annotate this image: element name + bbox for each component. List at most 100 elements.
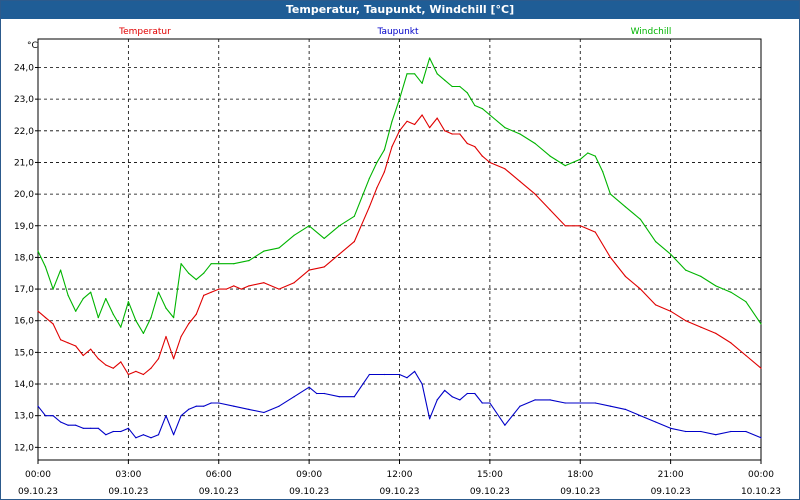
x-tick-time-label: 00:00 <box>748 470 774 480</box>
data-point-windchill <box>639 218 642 220</box>
data-point-windchill <box>414 73 416 75</box>
data-point-temperatur <box>293 282 295 284</box>
data-point-windchill <box>195 279 197 281</box>
data-point-windchill <box>120 326 122 328</box>
data-point-temperatur <box>406 120 408 122</box>
x-tick-date-label: 09.10.23 <box>18 487 58 497</box>
data-point-windchill <box>135 320 137 322</box>
data-point-taupunkt <box>489 402 491 404</box>
data-point-temperatur <box>165 335 167 338</box>
data-point-temperatur <box>278 288 280 290</box>
data-point-temperatur <box>670 310 672 312</box>
data-point-temperatur <box>383 171 385 173</box>
data-point-windchill <box>398 98 401 100</box>
data-point-temperatur <box>263 282 265 284</box>
data-point-taupunkt <box>655 421 657 423</box>
data-point-temperatur <box>248 285 250 287</box>
data-point-windchill <box>481 108 483 110</box>
data-point-windchill <box>383 149 385 151</box>
data-point-taupunkt <box>37 405 39 407</box>
data-point-windchill <box>165 307 167 309</box>
data-point-taupunkt <box>203 405 205 407</box>
data-point-windchill <box>489 114 491 116</box>
data-point-taupunkt <box>398 373 401 376</box>
data-point-taupunkt <box>466 392 468 395</box>
data-point-windchill <box>188 272 190 274</box>
data-point-taupunkt <box>195 405 197 407</box>
data-point-temperatur <box>609 256 612 258</box>
data-point-windchill <box>700 275 702 277</box>
y-tick-label: 20,0 <box>14 190 34 200</box>
y-tick-label: 24,0 <box>14 63 34 73</box>
data-point-temperatur <box>218 288 220 290</box>
data-point-taupunkt <box>112 430 114 433</box>
x-tick-time-label: 06:00 <box>206 470 232 480</box>
data-point-taupunkt <box>421 383 423 385</box>
data-point-temperatur <box>564 225 566 227</box>
x-tick-time-label: 00:00 <box>25 470 51 480</box>
data-point-temperatur <box>715 332 717 334</box>
data-point-windchill <box>112 313 114 315</box>
data-point-windchill <box>127 301 129 303</box>
x-tick-time-label: 15:00 <box>477 470 503 480</box>
data-point-taupunkt <box>44 415 47 417</box>
legend-entry-windchill: Windchill <box>631 27 672 37</box>
x-tick-date-label: 09.10.23 <box>108 487 148 497</box>
data-point-temperatur <box>203 294 205 296</box>
data-point-taupunkt <box>82 427 84 429</box>
data-point-taupunkt <box>429 418 431 420</box>
data-point-temperatur <box>52 323 54 325</box>
chart-window: Temperatur, Taupunkt, Windchill [°C] 12,… <box>0 0 800 500</box>
data-point-temperatur <box>594 231 596 233</box>
data-point-temperatur <box>188 323 190 325</box>
data-point-windchill <box>44 266 47 268</box>
data-point-taupunkt <box>481 402 483 404</box>
data-point-taupunkt <box>504 424 506 426</box>
y-tick-label: 16,0 <box>14 317 34 327</box>
line-chart: 12,0 13,0 14,0 15,0 16,0 17,0 18,0 19,0 20,0 21,0… <box>14 27 781 497</box>
data-point-temperatur <box>368 206 370 208</box>
data-point-windchill <box>150 317 152 319</box>
x-tick-date-label: 09.10.23 <box>651 487 691 497</box>
data-point-temperatur <box>444 130 446 132</box>
x-tick-date-label: 09.10.23 <box>289 487 329 497</box>
data-point-temperatur <box>474 146 476 148</box>
y-tick-label: 23,0 <box>14 95 34 105</box>
y-tick-label: 15,0 <box>14 348 34 358</box>
data-point-temperatur <box>37 310 39 312</box>
data-point-temperatur <box>97 358 99 360</box>
x-tick-time-label: 09:00 <box>296 470 322 480</box>
data-point-temperatur <box>700 326 702 328</box>
data-point-temperatur <box>459 133 461 135</box>
data-point-taupunkt <box>233 405 235 407</box>
data-point-taupunkt <box>760 437 762 439</box>
data-point-temperatur <box>338 253 340 255</box>
data-point-windchill <box>459 85 461 88</box>
y-axis-unit-label: °C <box>27 41 38 51</box>
data-point-temperatur <box>760 367 762 369</box>
data-point-temperatur <box>489 161 491 164</box>
data-point-windchill <box>180 263 182 265</box>
data-point-taupunkt <box>579 402 581 404</box>
data-point-windchill <box>715 285 717 287</box>
data-point-windchill <box>263 250 265 252</box>
data-point-windchill <box>564 165 566 167</box>
data-point-windchill <box>534 142 536 145</box>
data-point-temperatur <box>481 155 483 157</box>
data-point-windchill <box>421 82 423 84</box>
data-point-windchill <box>670 253 672 255</box>
data-point-temperatur <box>655 304 657 306</box>
x-tick-date-label: 09.10.23 <box>379 487 419 497</box>
data-point-temperatur <box>398 130 401 132</box>
data-point-temperatur <box>466 142 468 145</box>
data-point-taupunkt <box>338 396 340 398</box>
data-point-windchill <box>685 269 687 271</box>
data-point-windchill <box>52 288 54 290</box>
data-point-taupunkt <box>700 430 702 433</box>
data-point-taupunkt <box>105 434 107 436</box>
data-point-taupunkt <box>624 408 627 410</box>
data-point-windchill <box>37 250 39 252</box>
data-point-taupunkt <box>142 434 144 436</box>
data-point-windchill <box>90 291 92 293</box>
data-point-taupunkt <box>218 402 220 404</box>
